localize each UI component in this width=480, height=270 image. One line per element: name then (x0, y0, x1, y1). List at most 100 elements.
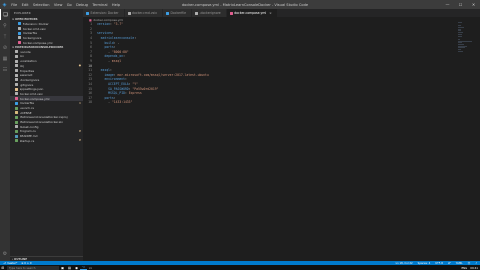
file-item[interactable]: Startup.cs M (10, 139, 83, 144)
debug-icon[interactable]: ⊘ (0, 42, 10, 53)
line-content: environment: (97, 77, 126, 81)
menu-debug[interactable]: Debug (74, 3, 90, 7)
search-icon[interactable]: ⚲ (0, 20, 10, 31)
source-control-icon[interactable]: ᛉ (0, 31, 10, 42)
line-content: version: "3.7" (97, 22, 123, 26)
vscode-taskbar-icon[interactable]: ⌥ (80, 265, 87, 270)
line-number: 1 (90, 22, 92, 27)
menu-go[interactable]: Go (65, 3, 74, 7)
file-icon (15, 139, 18, 143)
clock[interactable]: 09:41 (470, 266, 478, 270)
yaml-file-icon: ■ (89, 17, 92, 22)
task-view-icon[interactable]: ▣ (59, 265, 66, 270)
file-icon (15, 64, 18, 68)
file-icon (18, 31, 21, 35)
file-icon (15, 134, 18, 138)
file-icon (15, 50, 18, 54)
code-token: ACCEPT_EULA (97, 82, 129, 87)
code-token: Express (128, 91, 142, 96)
file-status-badge: ● (78, 64, 81, 68)
file-icon (15, 54, 18, 58)
line-content: - mssql (97, 59, 121, 63)
windows-taskbar: ⊞ Type here to search ▣ ▤ ◉ ⌥ ▭ ENG 09:41 (0, 265, 480, 270)
code-token: - (97, 59, 112, 64)
extensions-icon[interactable]: ▦ (0, 53, 10, 64)
code-token: build (97, 40, 114, 45)
code-editor[interactable]: 1 version: "3.7" 2 3 services: 4 matrixlearnc… (83, 22, 480, 105)
docker-icon[interactable]: ☷ (0, 64, 10, 75)
tab-2[interactable]: Dockerfile (162, 9, 193, 17)
menu-bar: File Edit Selection View Go Debug Terminal Help (9, 3, 122, 7)
code-token: mssql (97, 68, 111, 73)
file-item[interactable]: docker-compose.yml (10, 40, 83, 45)
tab-3[interactable]: .dockerignore (192, 9, 227, 17)
code-token: "Pa55w0rd2019" (132, 86, 159, 91)
file-icon (15, 59, 18, 63)
menu-terminal[interactable]: Terminal (90, 3, 110, 7)
taskbar-search[interactable]: Type here to search (7, 265, 59, 270)
tab-label: Dockerfile (170, 11, 187, 15)
file-explorer-icon[interactable]: ▤ (66, 265, 73, 270)
menu-file[interactable]: File (9, 3, 19, 7)
tab-0[interactable]: Extension: Docker (83, 9, 125, 17)
terminal-icon[interactable]: ▭ (87, 265, 94, 270)
code-token: SA_PASSWORD (97, 86, 129, 91)
file-tree: .vscode bin Localization obj ● Properties wwwr… (10, 49, 83, 143)
menu-view[interactable]: View (52, 3, 65, 7)
code-token: matrixlearnconsole (97, 36, 135, 41)
code-token: mcr.microsoft.com/mssql/server:2017-late… (117, 72, 209, 77)
close-tab-icon[interactable]: × (269, 11, 272, 15)
line-number: 5 (90, 40, 92, 45)
code-token: : (110, 68, 112, 73)
start-button[interactable]: ⊞ (0, 265, 6, 270)
file-icon (127, 11, 131, 15)
line-content: MSSQL_PID: Express (97, 91, 142, 95)
file-icon (165, 11, 169, 15)
explorer-title: EXPLORER (14, 11, 31, 15)
file-icon (18, 41, 21, 45)
file-icon (15, 120, 18, 124)
tab-1[interactable]: docker.cmd.vsix (124, 9, 163, 17)
breadcrumb-file[interactable]: docker-compose.yml (93, 18, 123, 22)
code-token: image (97, 72, 114, 77)
code-line[interactable]: 18 - "1433:1433" (83, 100, 480, 105)
line-number: 4 (90, 36, 92, 41)
code-token: "8000:80" (111, 49, 129, 54)
code-token: services (97, 31, 112, 36)
line-content: ports: (97, 95, 116, 100)
minimize-button[interactable]: — (441, 0, 454, 9)
code-token: : . (113, 40, 120, 45)
file-label: docker-compose.yml (22, 40, 53, 45)
maximize-button[interactable]: ☐ (454, 0, 467, 9)
menu-edit[interactable]: Edit (19, 3, 30, 7)
explorer-sidebar: EXPLORER ∨ OPEN EDITORS Extension: Docke… (10, 9, 83, 261)
browser-icon[interactable]: ◉ (73, 265, 80, 270)
tab-4[interactable]: docker-compose.yml × (226, 9, 278, 17)
file-icon (18, 22, 21, 26)
vscode-logo-icon: ◈ (2, 1, 7, 8)
file-status-badge: M (78, 129, 81, 133)
code-token: : (111, 31, 114, 36)
line-number: 13 (88, 77, 92, 82)
menu-help[interactable]: Help (110, 3, 123, 7)
language-indicator[interactable]: ENG (461, 266, 467, 270)
close-button[interactable]: ✕ (467, 0, 480, 9)
gear-icon[interactable]: ⚙ (0, 248, 10, 259)
line-number: 7 (90, 49, 92, 54)
code-token: "1433:1433" (111, 100, 133, 105)
menu-selection[interactable]: Selection (31, 3, 52, 7)
file-icon (18, 36, 21, 40)
code-token: "Y" (132, 82, 138, 87)
file-icon (18, 27, 21, 31)
files-icon[interactable]: ❏ (0, 9, 10, 20)
file-icon (15, 97, 18, 101)
file-icon (15, 87, 18, 91)
line-number: 12 (88, 72, 92, 77)
line-content: - "1433:1433" (97, 100, 132, 104)
minimap[interactable] (458, 22, 472, 52)
line-number: 6 (90, 45, 92, 50)
code-token: MSSQL_PID (97, 91, 125, 96)
activity-bar: ❏ ⚲ ᛉ ⊘ ▦ ☷ ⚙ (0, 9, 10, 261)
line-content: mssql: (97, 68, 112, 72)
code-token: : (113, 95, 116, 100)
